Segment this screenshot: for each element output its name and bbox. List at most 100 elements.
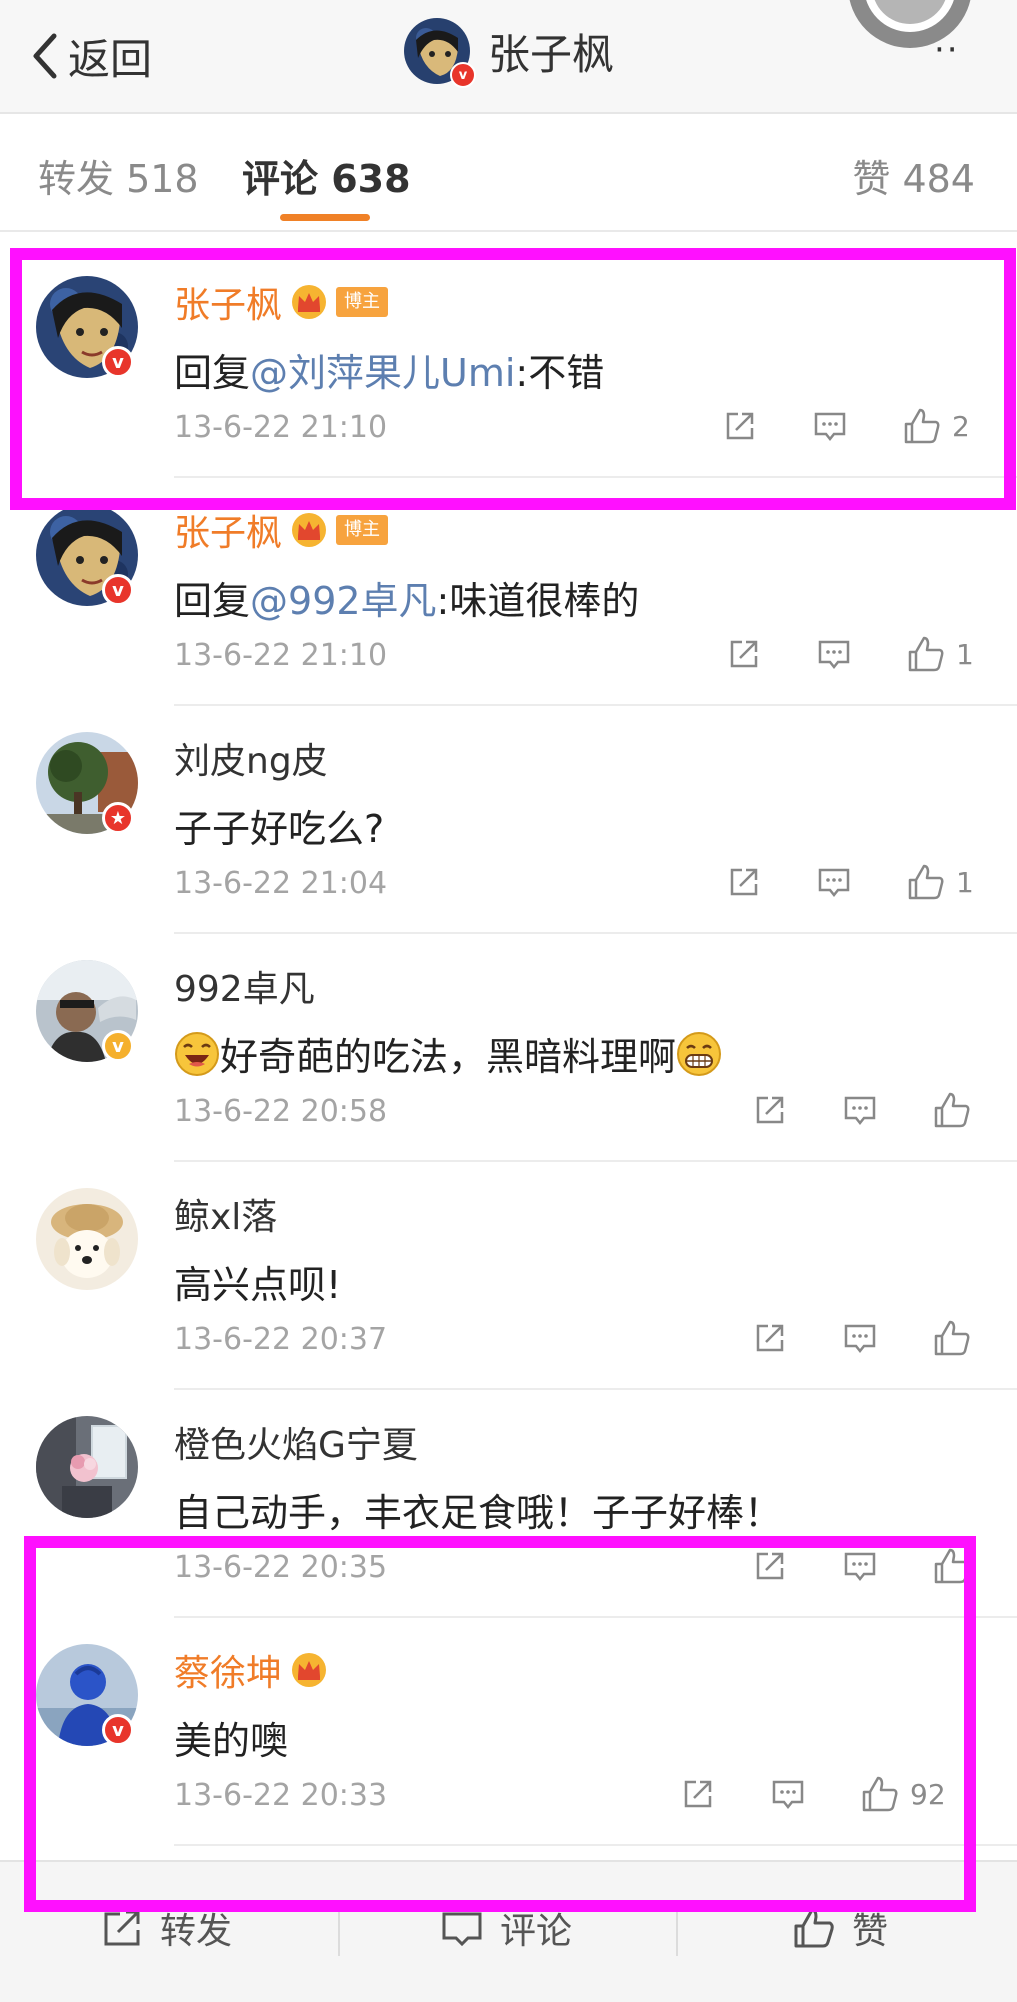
like-count: 92 (910, 1777, 946, 1811)
timestamp: 13-6-22 21:10 (174, 410, 388, 445)
reply-icon[interactable] (842, 1548, 878, 1584)
mention-link[interactable]: @992卓凡 (250, 570, 437, 625)
like-button[interactable]: 2 (902, 406, 970, 446)
back-label: 返回 (68, 34, 153, 84)
mention-link[interactable]: @刘萍果儿Umi (250, 342, 515, 397)
comment-text: 自己动手，丰衣足食哦！子子好棒！ (174, 1491, 783, 1535)
comment-actions (752, 1538, 982, 1594)
reply-prefix: 回复 (174, 579, 251, 623)
thumbs-up-icon (908, 864, 944, 900)
username[interactable]: 鲸xl落 (174, 1188, 277, 1240)
share-icon[interactable] (726, 864, 762, 900)
thumbs-up-icon (794, 1908, 834, 1948)
more-dots-icon[interactable]: ·· (934, 30, 960, 70)
username[interactable]: 橙色火焰G宁夏 (174, 1416, 418, 1468)
reply-icon[interactable] (842, 1320, 878, 1356)
username[interactable]: 992卓凡 (174, 960, 315, 1012)
back-button[interactable]: 返回 (28, 26, 152, 86)
avatar[interactable] (36, 1188, 138, 1290)
like-count: 1 (956, 865, 974, 899)
reply-icon[interactable] (816, 636, 852, 672)
like-button[interactable] (932, 1090, 982, 1130)
timestamp: 13-6-22 20:33 (174, 1778, 388, 1813)
laughing-emoji-icon (175, 1031, 219, 1076)
username[interactable]: 蔡徐坤 (174, 1644, 282, 1696)
comment-actions: 1 (726, 854, 974, 910)
like-button[interactable] (932, 1546, 982, 1586)
share-icon[interactable] (752, 1548, 788, 1584)
floating-button-overlay (830, 0, 990, 70)
reply-icon[interactable] (816, 864, 852, 900)
username[interactable]: 张子枫 (174, 504, 282, 556)
thumbs-up-icon (934, 1548, 970, 1584)
comment-item[interactable]: v 张子枫 博主 回复 @992卓凡:味道很棒的 13-6-22 21:10 1 (0, 478, 1017, 706)
thumbs-up-icon (862, 1776, 898, 1812)
like-button[interactable]: 1 (906, 862, 974, 902)
like-button[interactable]: 1 (906, 634, 974, 674)
bottom-like-button[interactable]: 赞 (792, 1902, 888, 1954)
comment-text: 子子好吃么? (174, 807, 385, 851)
name-row: 刘皮ng皮 (174, 734, 328, 782)
nav-bar: 返回 张子枫 v ·· (0, 0, 1017, 114)
share-icon[interactable] (680, 1776, 716, 1812)
thumbs-up-icon (934, 1320, 970, 1356)
comment-item[interactable]: v 张子枫 博主 回复 @刘萍果儿Umi:不错 13-6-22 21:10 2 (0, 250, 1017, 478)
share-icon[interactable] (722, 408, 758, 444)
tab-bar: 转发 518 评论 638 赞 484 (0, 114, 1017, 232)
bottom-action-bar: 转发 评论 赞 (0, 1860, 1017, 2002)
share-icon[interactable] (726, 636, 762, 672)
verified-badge: ★ (102, 802, 134, 834)
reply-icon[interactable] (812, 408, 848, 444)
like-button[interactable]: 92 (860, 1774, 946, 1814)
comment-item[interactable]: v 992卓凡 好奇葩的吃法，黑暗料理啊 13-6-22 20:58 (0, 934, 1017, 1162)
username[interactable]: 刘皮ng皮 (174, 732, 328, 784)
comment-text: 高兴点呗! (174, 1263, 342, 1307)
comment-text: 回复 @992卓凡:味道很棒的 (174, 570, 639, 625)
timestamp: 13-6-22 21:10 (174, 638, 388, 673)
comment-actions: 92 (680, 1766, 946, 1822)
nav-title-group[interactable]: 张子枫 (404, 18, 614, 84)
thumbs-up-icon (904, 408, 940, 444)
tab-like[interactable]: 赞 484 (852, 148, 975, 203)
comment-text-body: 好奇葩的吃法，黑暗料理啊 (220, 1035, 677, 1079)
reply-icon[interactable] (842, 1092, 878, 1128)
username[interactable]: 张子枫 (174, 276, 282, 328)
reply-suffix: :不错 (515, 351, 605, 395)
name-row: 张子枫 博主 (174, 276, 389, 328)
verified-badge: v (102, 1030, 134, 1062)
name-row: 橙色火焰G宁夏 (174, 1418, 418, 1466)
bottom-repost-button[interactable]: 转发 (100, 1902, 232, 1954)
share-icon[interactable] (752, 1320, 788, 1356)
nav-title: 张子枫 (488, 29, 615, 79)
comment-text: 美的噢 (174, 1719, 289, 1763)
verified-badge: v (102, 1714, 134, 1746)
bottom-comment-button[interactable]: 评论 (440, 1902, 572, 1954)
comment-item[interactable]: 鲸xl落 高兴点呗! 13-6-22 20:37 (0, 1162, 1017, 1390)
reply-suffix: :味道很棒的 (436, 579, 640, 623)
verified-badge: v (102, 574, 134, 606)
active-tab-indicator (280, 214, 370, 221)
like-button[interactable] (932, 1318, 982, 1358)
timestamp: 13-6-22 21:04 (174, 866, 388, 901)
comment-text: 好奇葩的吃法，黑暗料理啊 (174, 1026, 722, 1081)
name-row: 张子枫 博主 (174, 504, 389, 556)
avatar[interactable] (36, 1416, 138, 1518)
grinning-emoji-icon (677, 1031, 722, 1076)
tab-repost[interactable]: 转发 518 (38, 148, 199, 203)
bottom-comment-label: 评论 (500, 1911, 573, 1952)
comment-item[interactable]: 橙色火焰G宁夏 自己动手，丰衣足食哦！子子好棒！ 13-6-22 20:35 (0, 1390, 1017, 1618)
comment-item[interactable]: v 蔡徐坤 美的噢 13-6-22 20:33 92 (0, 1618, 1017, 1846)
name-row: 992卓凡 (174, 962, 315, 1010)
like-count: 2 (952, 409, 970, 443)
comment-icon (442, 1912, 482, 1947)
divider (676, 1900, 678, 1956)
comment-actions (752, 1310, 982, 1366)
reply-icon[interactable] (770, 1776, 806, 1812)
comment-text: 回复 @刘萍果儿Umi:不错 (174, 342, 604, 397)
comment-actions (752, 1082, 982, 1138)
timestamp: 13-6-22 20:35 (174, 1550, 388, 1585)
tab-comment[interactable]: 评论 638 (242, 148, 411, 203)
share-icon[interactable] (752, 1092, 788, 1128)
comment-item[interactable]: ★ 刘皮ng皮 子子好吃么? 13-6-22 21:04 1 (0, 706, 1017, 934)
thumbs-up-icon (934, 1092, 970, 1128)
